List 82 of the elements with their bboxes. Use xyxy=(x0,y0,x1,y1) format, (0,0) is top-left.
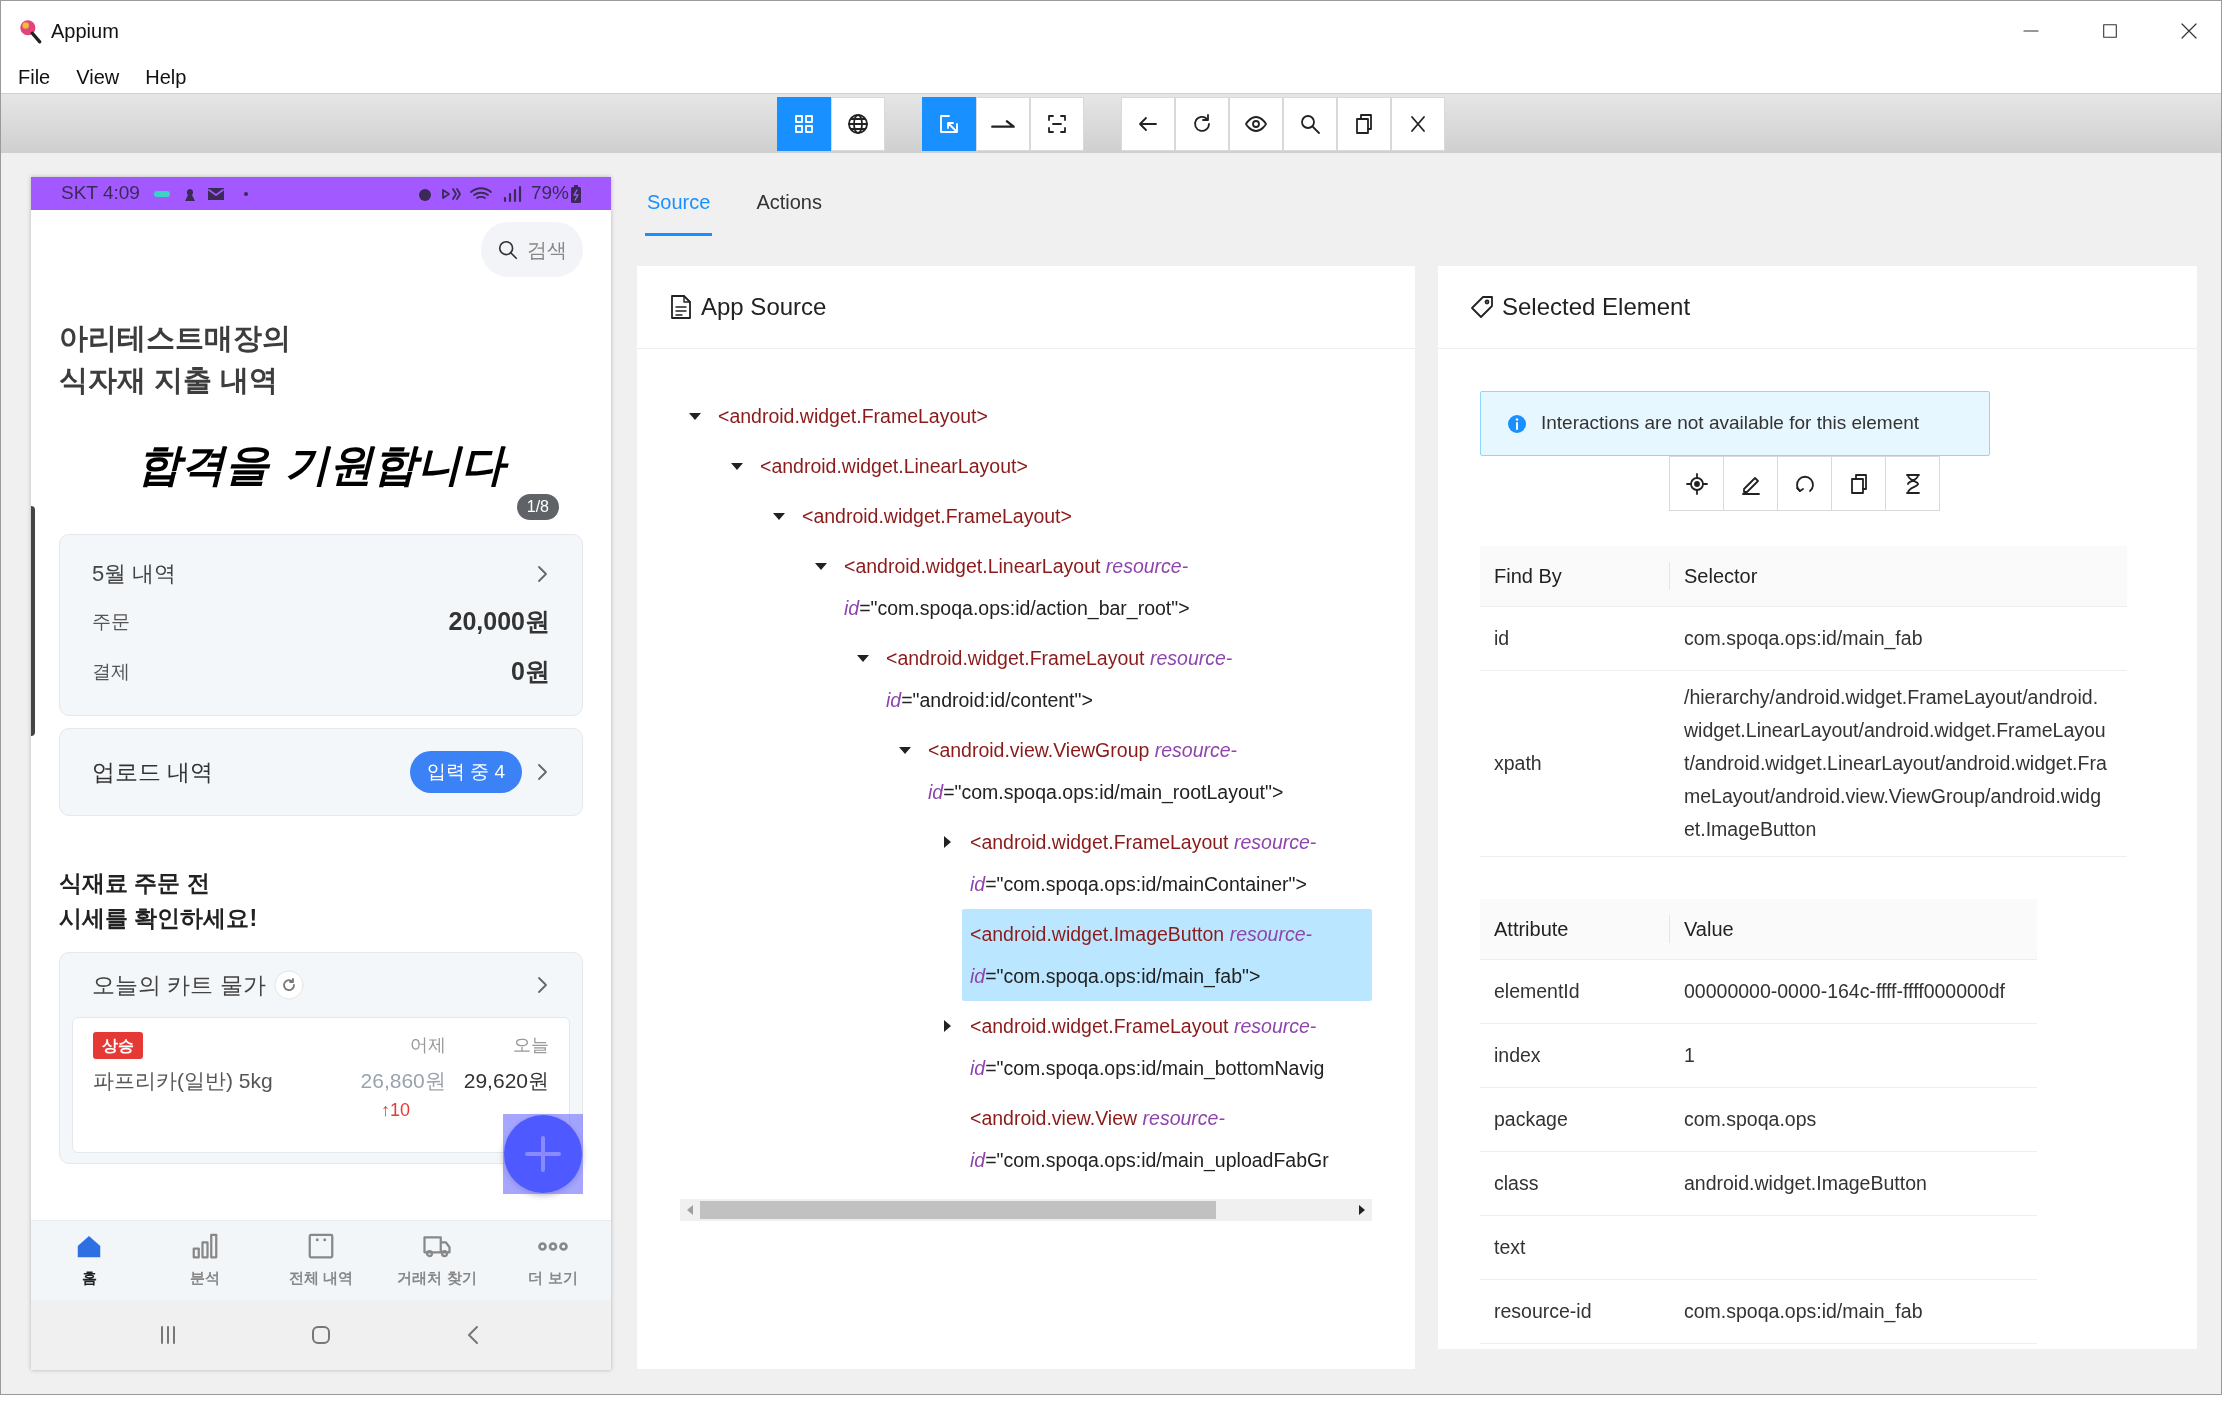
tree-node[interactable]: <android.widget.FrameLayout> xyxy=(794,491,1372,541)
plus-icon xyxy=(523,1134,563,1174)
column-header: Find By xyxy=(1480,562,1670,590)
price-change: ↑10 xyxy=(380,1098,412,1122)
window-title: Appium xyxy=(51,19,119,44)
price-value: 26,860원 xyxy=(360,1068,446,1094)
table-cell-text: /hierarchy/android.widget.FrameLayout/android.widget.LinearLayout/android.widget.FrameLayout/android.widget.LinearLayout/android.widget.FrameLayout/android.view.ViewGroup/android.widget.ImageButton xyxy=(1683,685,2108,842)
scroll-left-icon xyxy=(685,1204,695,1216)
tree-node[interactable]: <android.view.View resource-id="com.spoqa.ops:id/main_uploadFabGr xyxy=(962,1093,1372,1185)
scroll-right-icon xyxy=(1357,1204,1367,1216)
product-name: 파프리카(일반) 5kg xyxy=(93,1068,274,1094)
section-heading: 식재료 주문 전 xyxy=(59,869,211,898)
table-cell-text: index xyxy=(1493,1042,1542,1068)
table-cell-text: com.spoqa.ops:id/main_fab xyxy=(1683,626,1924,652)
menu-item[interactable]: Help xyxy=(142,62,190,92)
globe-icon xyxy=(846,111,870,136)
page-title: 아리테스트매장의 xyxy=(59,321,292,356)
panel-title: App Source xyxy=(701,292,827,322)
trend-tag: 상승 xyxy=(93,1032,143,1059)
row-label: 결제 xyxy=(92,659,130,684)
column-label: 오늘 xyxy=(512,1034,549,1057)
table-cell-text: xpath xyxy=(1493,750,1543,776)
page-title: 식자재 지출 내역 xyxy=(59,363,280,398)
tag-icon xyxy=(1470,295,1494,319)
card-title: 업로드 내역 xyxy=(92,757,214,787)
tree-node[interactable]: <android.widget.FrameLayout> xyxy=(710,391,1372,441)
tree-node[interactable]: <android.widget.LinearLayout resource-id="com.spoqa.ops:id/action_bar_root"> xyxy=(836,541,1372,633)
table-cell-text: text xyxy=(1493,1234,1527,1260)
close-icon[interactable] xyxy=(2179,21,2199,41)
table-cell-text: 00000000-0000-164c-ffff-ffff000000df xyxy=(1683,979,2006,1004)
horizontal-scrollbar[interactable] xyxy=(680,1199,1372,1221)
card-title: 5월 내역 xyxy=(92,560,177,588)
table-cell-text: com.spoqa.ops:id/main_fab xyxy=(1683,1299,1924,1325)
status-time: SKT 4:09 xyxy=(61,181,140,206)
table-cell-text: package xyxy=(1493,1106,1569,1132)
column-header: Selector xyxy=(1683,564,1758,589)
table-cell-text: android.widget.ImageButton xyxy=(1683,1171,1928,1196)
tree-node[interactable]: <android.widget.LinearLayout> xyxy=(752,441,1372,491)
more-dots-icon xyxy=(538,1241,568,1251)
document-icon xyxy=(669,294,693,320)
tree-node[interactable]: <android.widget.FrameLayout resource-id="android:id/content"> xyxy=(878,633,1372,725)
maximize-icon[interactable] xyxy=(2101,22,2119,40)
home-button-icon[interactable] xyxy=(309,1323,333,1347)
tab[interactable]: Actions xyxy=(754,187,824,236)
table-cell-text: resource-id xyxy=(1493,1298,1593,1324)
battery-icon xyxy=(571,184,581,203)
amount-value: 0원 xyxy=(511,656,550,688)
table-cell-text: id xyxy=(1493,625,1511,651)
column-header: Attribute xyxy=(1480,915,1670,943)
nav-tab[interactable]: 홈 xyxy=(31,1221,147,1300)
info-icon xyxy=(1507,413,1527,434)
app-logo-icon xyxy=(17,18,43,44)
element-action-button[interactable] xyxy=(1723,456,1778,511)
column-header: Value xyxy=(1683,917,1734,942)
alert-message: Interactions are not available for this element xyxy=(1541,411,1920,436)
panel-title: Selected Element xyxy=(1502,292,1691,322)
table-cell-text: class xyxy=(1493,1170,1540,1196)
status-badge: 입력 중 4 xyxy=(409,751,522,793)
column-label: 어제 xyxy=(408,1034,446,1057)
page-indicator: 1/8 xyxy=(516,494,559,520)
tree-node[interactable]: <android.widget.FrameLayout resource-id="com.spoqa.ops:id/main_bottomNavig xyxy=(962,1001,1372,1093)
menu-item[interactable]: File xyxy=(15,62,54,92)
element-action-button[interactable] xyxy=(1831,456,1886,511)
search-icon xyxy=(497,238,519,261)
element-action-button[interactable] xyxy=(1777,456,1832,511)
menu-item[interactable]: View xyxy=(73,62,123,92)
table-cell-text: com.spoqa.ops xyxy=(1683,1107,1818,1132)
tree-node[interactable]: <android.widget.FrameLayout resource-id="com.spoqa.ops:id/mainContainer"> xyxy=(962,817,1372,909)
row-label: 주문 xyxy=(92,609,130,634)
price-value: 29,620원 xyxy=(463,1068,549,1094)
tree-node[interactable]: <android.view.ViewGroup resource-id="com.spoqa.ops:id/main_rootLayout"> xyxy=(920,725,1372,817)
battery-level: 79% xyxy=(530,181,569,206)
section-heading: 시세를 확인하세요! xyxy=(59,904,259,933)
refresh-icon[interactable] xyxy=(273,970,304,1000)
table-cell-text: elementId xyxy=(1493,978,1581,1004)
tree-node[interactable]: <android.widget.ImageButton resource-id="com.spoqa.ops:id/main_fab"> xyxy=(962,909,1372,1001)
target-icon xyxy=(1684,471,1709,496)
card-title: 오늘의 카트 물가 xyxy=(92,970,266,1000)
element-action-button[interactable] xyxy=(1669,456,1724,511)
element-action-button[interactable] xyxy=(1885,456,1940,511)
amount-value: 20,000원 xyxy=(448,606,550,638)
table-cell-text: 1 xyxy=(1683,1043,1696,1068)
